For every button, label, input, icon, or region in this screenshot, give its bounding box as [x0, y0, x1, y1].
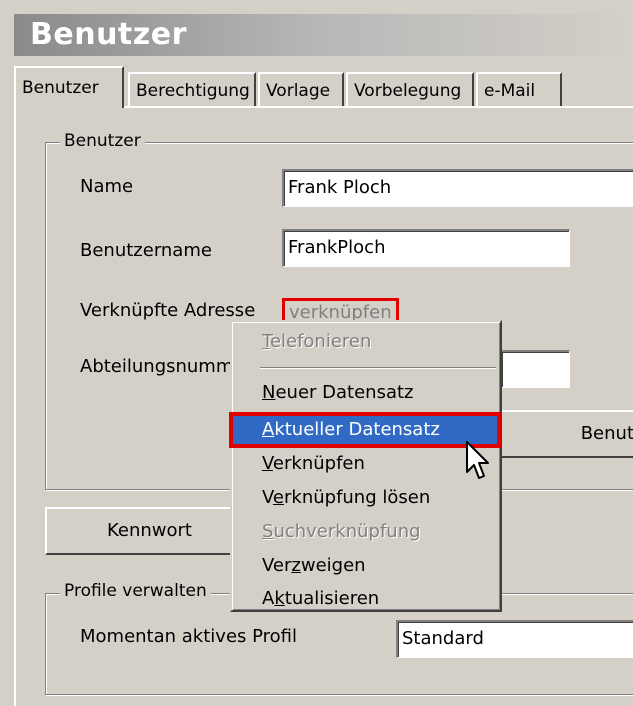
- tab-vorbelegung[interactable]: Vorbelegung: [346, 72, 474, 106]
- tab-berechtigung[interactable]: Berechtigung: [128, 72, 256, 106]
- tab-strip: Benutzer Berechtigung Vorlage Vorbelegun…: [14, 62, 633, 108]
- username-label: Benutzername: [80, 240, 212, 261]
- menu-item-verzweigen-label: Verzweigen: [262, 555, 366, 576]
- window-title-bar: Benutzer: [14, 14, 633, 56]
- menu-item-verzweigen[interactable]: Verzweigen: [262, 551, 366, 581]
- menu-separator: [260, 367, 496, 369]
- tab-email-label: e-Mail: [484, 81, 536, 101]
- tab-vorbelegung-label: Vorbelegung: [354, 81, 462, 101]
- mouse-cursor-icon: [466, 441, 489, 479]
- tab-berechtigung-label: Berechtigung: [136, 81, 250, 101]
- menu-item-verknuepfen-label: Verknüpfen: [262, 453, 365, 474]
- password-button[interactable]: Kennwort: [45, 507, 245, 555]
- menu-item-aktualisieren[interactable]: Aktualisieren: [262, 584, 379, 614]
- name-label: Name: [80, 176, 134, 197]
- department-label: Abteilungsnumm: [80, 356, 234, 377]
- menu-item-verknuepfen[interactable]: Verknüpfen: [262, 449, 365, 479]
- tab-email[interactable]: e-Mail: [476, 72, 562, 106]
- tab-vorlage[interactable]: Vorlage: [258, 72, 344, 106]
- active-profile-label: Momentan aktives Profil: [80, 626, 298, 647]
- user-group-title: Benutzer: [60, 131, 145, 151]
- menu-item-telefonieren-label: Telefonieren: [262, 331, 372, 352]
- window-title: Benutzer: [30, 17, 187, 52]
- linked-address-label: Verknüpfte Adresse: [80, 300, 256, 321]
- department-field[interactable]: [500, 350, 570, 388]
- user-action-button[interactable]: Benut: [500, 410, 633, 458]
- menu-item-aktualisieren-label: Aktualisieren: [262, 588, 380, 609]
- menu-item-suchverknuepfung-label: Suchverknüpfung: [262, 521, 421, 542]
- profiles-group-title: Profile verwalten: [60, 581, 211, 601]
- username-field[interactable]: FrankPloch: [282, 229, 570, 267]
- active-profile-field[interactable]: Standard: [396, 620, 633, 658]
- tab-vorlage-label: Vorlage: [266, 81, 331, 101]
- menu-item-neuer-datensatz[interactable]: Neuer Datensatz: [262, 378, 414, 408]
- menu-item-verknuepfung-loesen[interactable]: Verknüpfung lösen: [262, 483, 430, 513]
- menu-item-neuer-datensatz-label: Neuer Datensatz: [262, 382, 414, 403]
- menu-item-telefonieren[interactable]: Telefonieren: [262, 327, 371, 357]
- context-menu: Telefonieren Neuer Datensatz Aktueller D…: [229, 320, 502, 614]
- menu-item-verknuepfung-loesen-label: Verknüpfung lösen: [262, 487, 431, 508]
- tab-benutzer-label: Benutzer: [22, 78, 99, 98]
- menu-item-aktueller-datensatz[interactable]: Aktueller Datensatz: [229, 412, 501, 448]
- tab-benutzer[interactable]: Benutzer: [14, 66, 124, 108]
- name-field[interactable]: Frank Ploch: [282, 169, 633, 207]
- menu-item-suchverknuepfung[interactable]: Suchverknüpfung: [262, 517, 421, 547]
- menu-item-aktueller-datensatz-label: Aktueller Datensatz: [262, 419, 440, 440]
